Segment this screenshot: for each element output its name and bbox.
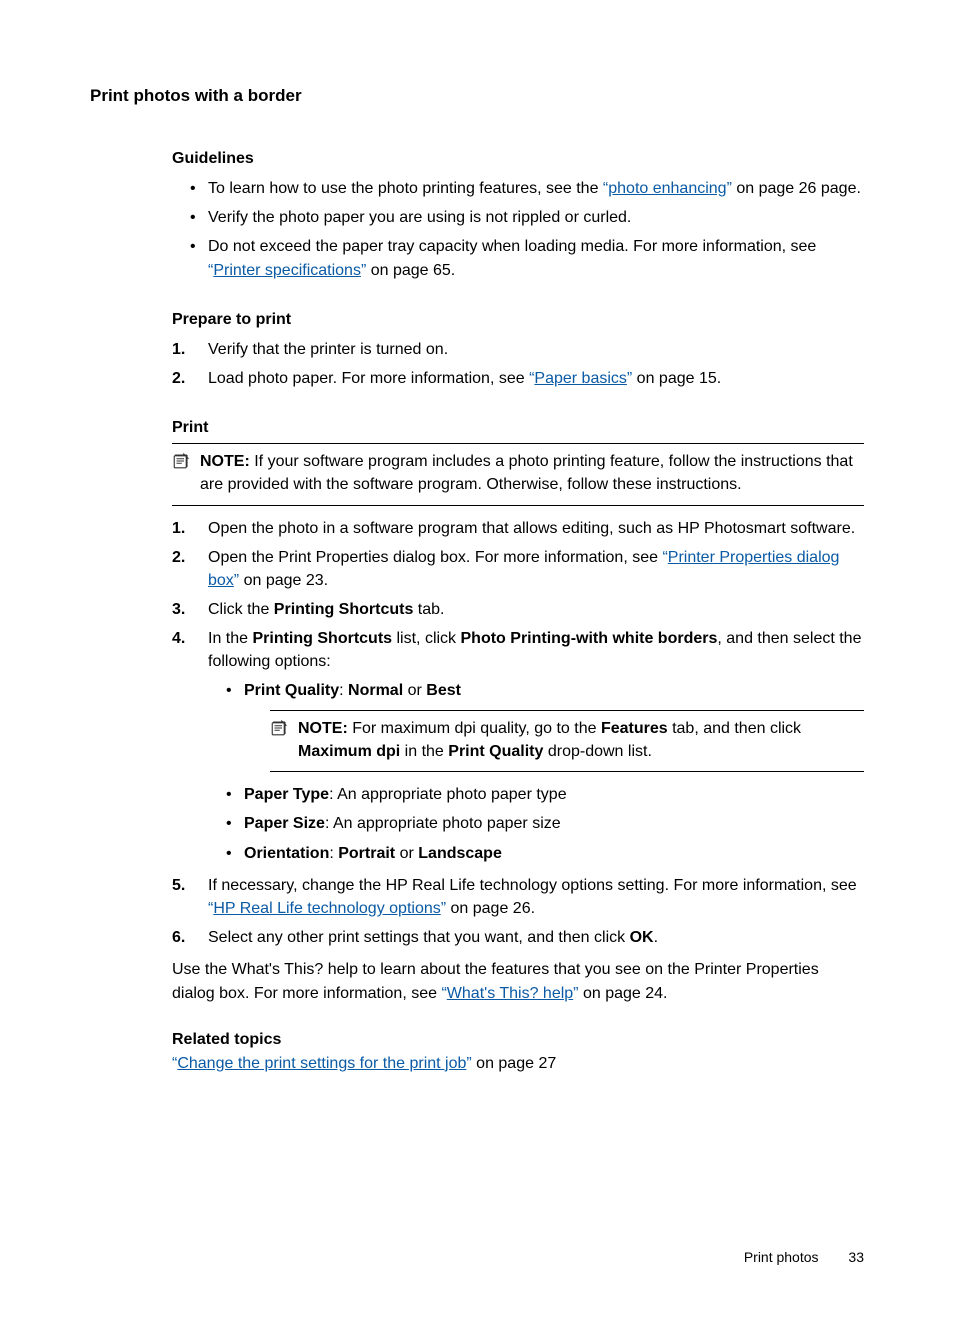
footer-section: Print photos — [744, 1249, 819, 1265]
print-step-2: 2. Open the Print Properties dialog box.… — [208, 543, 864, 595]
option-paper-type: Paper Type: An appropriate photo paper t… — [244, 780, 864, 809]
guidelines-item-2: Verify the photo paper you are using is … — [208, 203, 864, 232]
page-footer: Print photos 33 — [744, 1249, 864, 1265]
print-step-4-options: Print Quality: Normal or Best — [208, 676, 864, 705]
guidelines-section: Guidelines To learn how to use the photo… — [172, 150, 864, 285]
print-step-4-note-body: NOTE: For maximum dpi quality, go to the… — [298, 717, 864, 763]
footer-page-number: 33 — [848, 1249, 864, 1265]
link-paper-basics[interactable]: Paper basics — [534, 370, 627, 387]
print-section: Print NOTE: If your software program inc… — [172, 419, 864, 1005]
guidelines-item-3: Do not exceed the paper tray capacity wh… — [208, 232, 864, 284]
link-whats-this-help[interactable]: What's This? help — [447, 985, 573, 1002]
print-note: NOTE: If your software program includes … — [172, 443, 864, 505]
print-step-4-options-2: Paper Type: An appropriate photo paper t… — [208, 780, 864, 868]
link-hp-real-life-options[interactable]: HP Real Life technology options — [213, 900, 440, 917]
prepare-section: Prepare to print 1. Verify that the prin… — [172, 311, 864, 393]
guidelines-list: To learn how to use the photo printing f… — [172, 174, 864, 285]
guidelines-item-1: To learn how to use the photo printing f… — [208, 174, 864, 203]
print-step-4: 4. In the Printing Shortcuts list, click… — [208, 624, 864, 871]
related-heading: Related topics — [172, 1031, 864, 1049]
print-step-3: 3. Click the Printing Shortcuts tab. — [208, 595, 864, 624]
prepare-heading: Prepare to print — [172, 311, 864, 329]
prepare-step-2: 2. Load photo paper. For more informatio… — [208, 364, 864, 393]
print-step-5: 5. If necessary, change the HP Real Life… — [208, 871, 864, 923]
print-step-1: 1. Open the photo in a software program … — [208, 514, 864, 543]
link-change-print-settings[interactable]: Change the print settings for the print … — [177, 1055, 466, 1072]
option-print-quality: Print Quality: Normal or Best — [244, 676, 864, 705]
link-photo-enhancing[interactable]: photo enhancing — [608, 180, 726, 197]
note-icon — [172, 452, 190, 470]
print-steps: 1. Open the photo in a software program … — [172, 514, 864, 953]
option-paper-size: Paper Size: An appropriate photo paper s… — [244, 809, 864, 838]
related-link-line: “Change the print settings for the print… — [172, 1055, 864, 1073]
guidelines-heading: Guidelines — [172, 150, 864, 168]
print-step-4-note-wrap: NOTE: For maximum dpi quality, go to the… — [270, 710, 864, 772]
prepare-step-1: 1. Verify that the printer is turned on. — [208, 335, 864, 364]
option-orientation: Orientation: Portrait or Landscape — [244, 839, 864, 868]
print-note-body: NOTE: If your software program includes … — [200, 450, 864, 496]
link-printer-specifications[interactable]: Printer specifications — [213, 262, 361, 279]
page-title: Print photos with a border — [90, 86, 864, 106]
page: Print photos with a border Guidelines To… — [0, 0, 954, 1321]
related-section: Related topics “Change the print setting… — [172, 1031, 864, 1073]
print-heading: Print — [172, 419, 864, 437]
print-step-6: 6. Select any other print settings that … — [208, 923, 864, 952]
page-content: Guidelines To learn how to use the photo… — [172, 150, 864, 1073]
prepare-list: 1. Verify that the printer is turned on.… — [172, 335, 864, 393]
note-icon — [270, 719, 288, 737]
print-closing-text: Use the What's This? help to learn about… — [172, 958, 864, 1004]
print-step-4-note: NOTE: For maximum dpi quality, go to the… — [270, 710, 864, 772]
